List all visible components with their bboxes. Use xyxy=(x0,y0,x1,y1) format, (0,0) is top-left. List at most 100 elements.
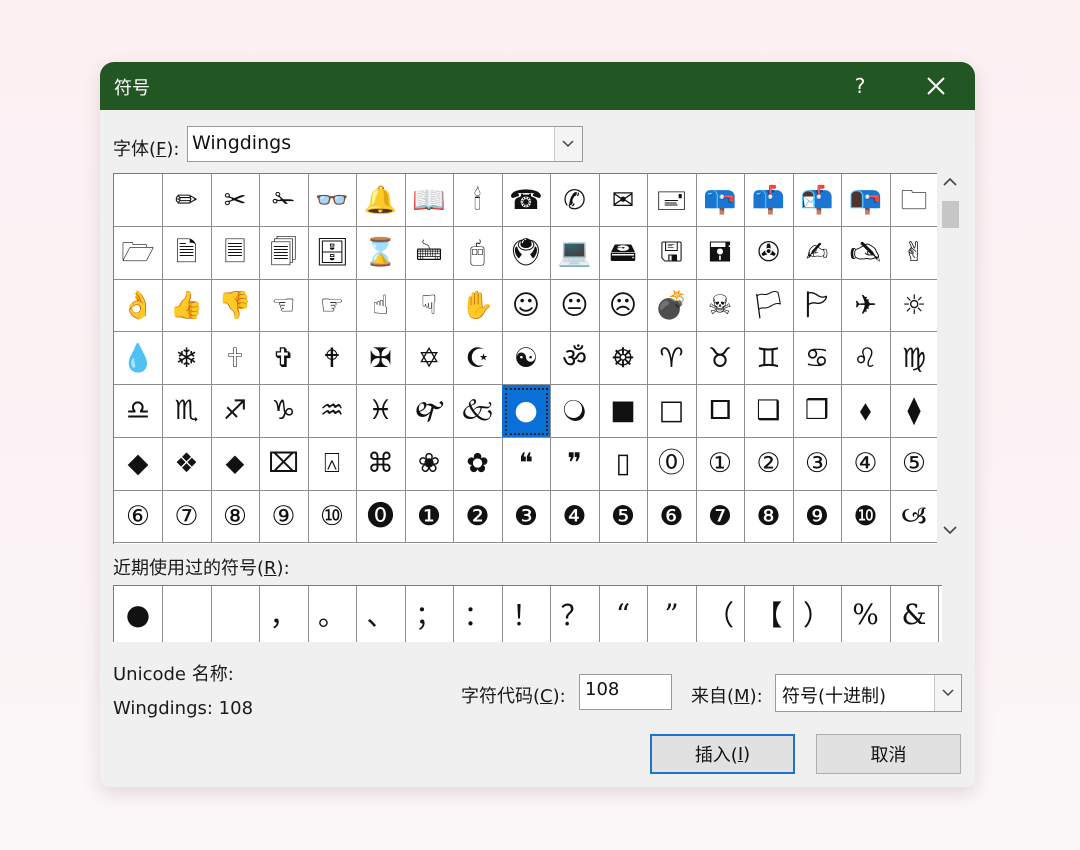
symbol-cell[interactable]: ☜ xyxy=(259,279,309,333)
symbol-cell[interactable]: ☠ xyxy=(696,279,745,333)
symbol-cell[interactable]: ⬥ xyxy=(211,437,260,491)
symbol-cell[interactable]: 🙵 xyxy=(453,384,503,438)
scrollbar-thumb[interactable] xyxy=(942,201,959,228)
symbol-cell[interactable]: ✡ xyxy=(405,332,454,386)
symbol-grid-scrollbar[interactable] xyxy=(937,173,965,543)
symbol-cell[interactable]: 🖫 xyxy=(647,226,697,280)
symbol-cell[interactable]: ✍ xyxy=(793,226,842,280)
font-select[interactable]: Wingdings xyxy=(187,126,583,162)
symbol-cell[interactable]: ❽ xyxy=(744,490,794,544)
symbol-cell[interactable]: 🗐 xyxy=(259,226,309,280)
symbol-cell[interactable]: ✆ xyxy=(550,174,600,227)
symbol-cell[interactable]: 👌 xyxy=(114,279,163,333)
recent-symbol-cell[interactable]: ） xyxy=(793,586,842,642)
from-select[interactable]: 符号(十进制) xyxy=(775,674,962,712)
recent-symbol-cell[interactable]: ！ xyxy=(502,586,551,642)
symbol-cell[interactable]: ❶ xyxy=(405,490,454,544)
symbol-cell[interactable]: 🖲 xyxy=(502,226,551,280)
symbol-cell[interactable]: 👎 xyxy=(211,279,260,333)
symbol-cell[interactable]: ♌ xyxy=(841,332,891,386)
symbol-cell[interactable]: ❒ xyxy=(793,384,842,438)
symbol-cell[interactable]: ♑ xyxy=(259,384,309,438)
recent-symbol-cell[interactable]: ？ xyxy=(551,586,600,642)
symbol-cell[interactable]: 🗄 xyxy=(308,226,357,280)
symbol-cell[interactable]: 🕈 xyxy=(308,332,357,386)
symbol-cell[interactable]: 🏳 xyxy=(744,279,794,333)
symbol-cell[interactable]: 🖃 xyxy=(647,174,697,227)
symbol-cell[interactable]: 👍 xyxy=(162,279,212,333)
recent-symbol-cell[interactable]: 。 xyxy=(308,586,357,642)
cancel-button[interactable]: 取消 xyxy=(816,734,961,774)
recent-symbol-cell[interactable]: ： xyxy=(454,586,503,642)
symbol-cell[interactable]: ☪ xyxy=(453,332,503,386)
symbol-cell[interactable]: ❼ xyxy=(696,490,745,544)
symbol-cell[interactable]: 🞐 xyxy=(696,384,745,438)
symbol-cell[interactable]: ⑦ xyxy=(162,490,212,544)
symbol-cell[interactable]: ⌧ xyxy=(259,437,309,491)
symbol-cell[interactable]: 🖴 xyxy=(599,226,648,280)
symbol-cell[interactable]: ❖ xyxy=(162,437,212,491)
symbol-cell[interactable]: 💧 xyxy=(114,332,163,386)
scroll-down-icon[interactable] xyxy=(943,525,957,535)
symbol-cell[interactable]: 🙰 xyxy=(405,384,454,438)
symbol-cell[interactable]: ॐ xyxy=(550,332,600,386)
symbol-cell[interactable]: ✉ xyxy=(599,174,648,227)
symbol-cell[interactable]: ④ xyxy=(841,437,891,491)
symbol-cell[interactable]: ❀ xyxy=(405,437,454,491)
symbol-cell[interactable]: ☼ xyxy=(890,279,937,333)
symbol-cell[interactable]: ✞ xyxy=(259,332,309,386)
recent-symbol-cell[interactable]: 、 xyxy=(357,586,406,642)
symbol-cell[interactable]: 🏱 xyxy=(793,279,842,333)
symbol-cell[interactable]: 🗎 xyxy=(162,226,212,280)
symbol-cell[interactable]: ♍ xyxy=(890,332,937,386)
symbol-cell[interactable]: ❹ xyxy=(550,490,600,544)
font-dropdown-button[interactable] xyxy=(554,127,582,161)
symbol-cell[interactable]: 🕯 xyxy=(453,174,503,227)
symbol-cell[interactable]: ♐ xyxy=(211,384,260,438)
symbol-cell[interactable]: ☯ xyxy=(502,332,551,386)
from-dropdown-button[interactable] xyxy=(934,675,961,711)
symbol-cell[interactable]: ✇ xyxy=(744,226,794,280)
recent-symbol-cell[interactable]: & xyxy=(890,586,939,642)
symbol-cell[interactable]: ✁ xyxy=(259,174,309,227)
symbol-cell-selected[interactable]: ● xyxy=(502,384,551,438)
recent-symbol-cell[interactable]: % xyxy=(842,586,891,642)
symbol-cell[interactable]: □ xyxy=(647,384,697,438)
symbol-cell[interactable]: 🖰 xyxy=(453,226,503,280)
recent-symbol-cell[interactable]: ， xyxy=(260,586,309,642)
symbol-cell[interactable]: ✈ xyxy=(841,279,891,333)
symbol-cell[interactable]: ❞ xyxy=(550,437,600,491)
symbol-cell[interactable]: ◆ xyxy=(114,437,163,491)
symbol-cell[interactable]: ⑨ xyxy=(259,490,309,544)
symbol-cell[interactable]: ❑ xyxy=(744,384,794,438)
symbol-cell[interactable]: 🕆 xyxy=(211,332,260,386)
symbol-cell[interactable]: 🙢 xyxy=(890,490,937,544)
symbol-cell[interactable]: 💻 xyxy=(550,226,600,280)
symbol-cell[interactable]: ❝ xyxy=(502,437,551,491)
symbol-cell[interactable]: ✏ xyxy=(162,174,212,227)
close-button[interactable] xyxy=(918,70,954,102)
symbol-cell[interactable]: ♎ xyxy=(114,384,163,438)
symbol-cell[interactable]: ☎ xyxy=(502,174,551,227)
symbol-cell[interactable]: ⌛ xyxy=(356,226,406,280)
symbol-cell[interactable]: 🖎 xyxy=(841,226,891,280)
symbol-cell[interactable]: ❺ xyxy=(599,490,648,544)
symbol-cell[interactable]: 👓 xyxy=(308,174,357,227)
scroll-up-icon[interactable] xyxy=(943,177,957,187)
symbol-cell[interactable]: 🗏 xyxy=(211,226,260,280)
symbol-cell[interactable]: ♈ xyxy=(647,332,697,386)
symbol-cell[interactable]: ✠ xyxy=(356,332,406,386)
help-button[interactable]: ? xyxy=(845,70,875,102)
symbol-cell[interactable]: ⑥ xyxy=(114,490,163,544)
symbol-cell[interactable]: 📫 xyxy=(744,174,794,227)
recent-symbol-cell[interactable]: “ xyxy=(599,586,648,642)
symbol-cell[interactable]: 📪 xyxy=(696,174,745,227)
symbol-cell[interactable]: ❾ xyxy=(793,490,842,544)
symbol-cell[interactable]: ⑤ xyxy=(890,438,937,491)
symbol-cell[interactable]: 📭 xyxy=(841,174,891,227)
symbol-cell[interactable]: ☺ xyxy=(502,279,551,333)
symbol-cell[interactable]: ✌ xyxy=(890,227,937,280)
symbol-cell[interactable]: ⌘ xyxy=(356,437,406,491)
symbol-cell[interactable]: ① xyxy=(696,437,745,491)
symbol-cell[interactable]: 🗀 xyxy=(890,174,937,227)
